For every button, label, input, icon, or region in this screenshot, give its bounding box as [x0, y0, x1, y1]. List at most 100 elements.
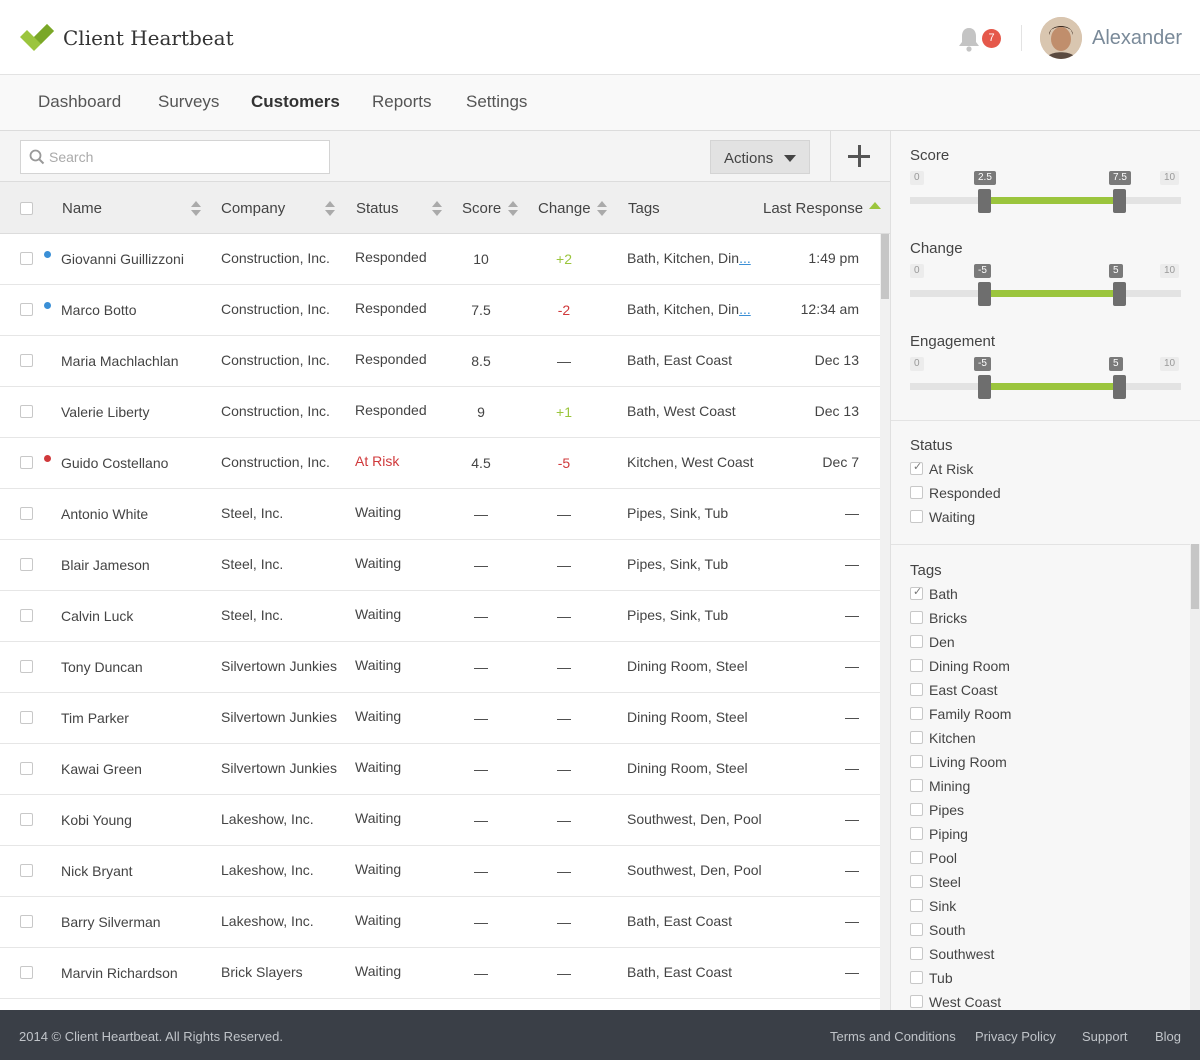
- customer-name[interactable]: Tim Parker: [61, 710, 129, 726]
- actions-dropdown[interactable]: Actions: [710, 140, 810, 174]
- select-all-checkbox[interactable]: [20, 202, 33, 215]
- tag-filter-checkbox[interactable]: [910, 899, 923, 912]
- tag-filter-checkbox[interactable]: ✓: [910, 586, 923, 600]
- user-avatar[interactable]: [1040, 17, 1082, 59]
- row-checkbox[interactable]: [20, 864, 33, 877]
- row-checkbox[interactable]: [20, 966, 33, 979]
- table-row[interactable]: Marvin Richardson Brick Slayers Waiting — — B…: [0, 948, 880, 999]
- tag-filter-checkbox[interactable]: [910, 755, 923, 768]
- customer-name[interactable]: Blair Jameson: [61, 557, 150, 573]
- table-row[interactable]: Marco Botto Construction, Inc. Responded 7.…: [0, 285, 880, 336]
- status-filter-checkbox[interactable]: [910, 486, 923, 499]
- table-row[interactable]: Blair Jameson Steel, Inc. Waiting — — Pipes, …: [0, 540, 880, 591]
- customer-name[interactable]: Guido Costellano: [61, 455, 168, 471]
- status-filter-checkbox[interactable]: ✓: [910, 461, 923, 475]
- row-checkbox[interactable]: [20, 711, 33, 724]
- search-box[interactable]: [20, 140, 330, 174]
- table-row[interactable]: Nick Bryant Lakeshow, Inc. Waiting — — Southw…: [0, 846, 880, 897]
- tag-filter-checkbox[interactable]: [910, 875, 923, 888]
- add-customer-icon[interactable]: [848, 145, 870, 167]
- nav-reports[interactable]: Reports: [372, 92, 432, 112]
- tag-filter-checkbox[interactable]: [910, 683, 923, 696]
- sort-status-icon[interactable]: [432, 201, 442, 217]
- tag-filter-checkbox[interactable]: [910, 851, 923, 864]
- nav-dashboard[interactable]: Dashboard: [38, 92, 121, 112]
- col-status[interactable]: Status: [356, 200, 399, 217]
- table-row[interactable]: Barry Silverman Lakeshow, Inc. Waiting — — Ba…: [0, 897, 880, 948]
- support-link[interactable]: Support: [1082, 1029, 1128, 1044]
- tag-filter-checkbox[interactable]: [910, 803, 923, 816]
- sort-company-icon[interactable]: [325, 201, 335, 217]
- terms-link[interactable]: Terms and Conditions: [830, 1029, 956, 1044]
- status-filter-checkbox[interactable]: [910, 510, 923, 523]
- range-high-handle[interactable]: [1113, 189, 1126, 213]
- row-checkbox[interactable]: [20, 405, 33, 418]
- table-row[interactable]: Maria Machlachlan Construction, Inc. Respo…: [0, 336, 880, 387]
- customer-name[interactable]: Tony Duncan: [61, 659, 143, 675]
- row-checkbox[interactable]: [20, 813, 33, 826]
- bell-icon[interactable]: [958, 26, 980, 52]
- blog-link[interactable]: Blog: [1155, 1029, 1181, 1044]
- customer-name[interactable]: Marvin Richardson: [61, 965, 178, 981]
- table-scroll-thumb[interactable]: [881, 234, 889, 299]
- range-low-handle[interactable]: [978, 375, 991, 399]
- customer-name[interactable]: Kobi Young: [61, 812, 132, 828]
- range-low-handle[interactable]: [978, 189, 991, 213]
- table-row[interactable]: Calvin Luck Steel, Inc. Waiting — — Pipes, Si…: [0, 591, 880, 642]
- tag-filter-checkbox[interactable]: [910, 971, 923, 984]
- nav-surveys[interactable]: Surveys: [158, 92, 219, 112]
- range-track[interactable]: [910, 282, 1181, 306]
- table-scrollbar[interactable]: [880, 234, 890, 1010]
- tag-filter-checkbox[interactable]: [910, 731, 923, 744]
- table-row[interactable]: Valerie Liberty Construction, Inc. Respond…: [0, 387, 880, 438]
- sort-change-icon[interactable]: [597, 201, 607, 217]
- customer-name[interactable]: Giovanni Guillizzoni: [61, 251, 184, 267]
- brand-name[interactable]: Client Heartbeat: [63, 26, 234, 50]
- privacy-link[interactable]: Privacy Policy: [975, 1029, 1056, 1044]
- sort-ascending-icon[interactable]: [869, 202, 881, 209]
- row-checkbox[interactable]: [20, 252, 33, 265]
- notification-badge[interactable]: 7: [982, 29, 1001, 48]
- nav-customers[interactable]: Customers: [251, 92, 340, 112]
- range-high-handle[interactable]: [1113, 282, 1126, 306]
- table-row[interactable]: Tim Parker Silvertown Junkies Waiting — — Din…: [0, 693, 880, 744]
- row-checkbox[interactable]: [20, 915, 33, 928]
- range-low-handle[interactable]: [978, 282, 991, 306]
- row-checkbox[interactable]: [20, 558, 33, 571]
- row-checkbox[interactable]: [20, 660, 33, 673]
- col-change[interactable]: Change: [538, 200, 591, 217]
- customer-name[interactable]: Maria Machlachlan: [61, 353, 179, 369]
- tag-filter-checkbox[interactable]: [910, 923, 923, 936]
- row-checkbox[interactable]: [20, 354, 33, 367]
- user-name[interactable]: Alexander: [1092, 27, 1182, 50]
- col-company[interactable]: Company: [221, 200, 285, 217]
- tag-filter-checkbox[interactable]: [910, 611, 923, 624]
- customer-name[interactable]: Antonio White: [61, 506, 148, 522]
- tag-filter-checkbox[interactable]: [910, 635, 923, 648]
- range-track[interactable]: [910, 375, 1181, 399]
- tag-filter-checkbox[interactable]: [910, 707, 923, 720]
- tags-scrollbar[interactable]: [1190, 544, 1200, 1010]
- customer-name[interactable]: Kawai Green: [61, 761, 142, 777]
- table-row[interactable]: Guido Costellano Construction, Inc. At Ris…: [0, 438, 880, 489]
- tag-filter-checkbox[interactable]: [910, 947, 923, 960]
- search-input[interactable]: [49, 147, 319, 167]
- sort-score-icon[interactable]: [508, 201, 518, 217]
- row-checkbox[interactable]: [20, 303, 33, 316]
- table-row[interactable]: Kobi Young Lakeshow, Inc. Waiting — — Southwe…: [0, 795, 880, 846]
- customer-name[interactable]: Marco Botto: [61, 302, 136, 318]
- range-high-handle[interactable]: [1113, 375, 1126, 399]
- tag-filter-checkbox[interactable]: [910, 827, 923, 840]
- customer-name[interactable]: Valerie Liberty: [61, 404, 149, 420]
- range-track[interactable]: [910, 189, 1181, 213]
- tags-scroll-thumb[interactable]: [1191, 544, 1199, 609]
- col-score[interactable]: Score: [462, 200, 501, 217]
- tags-more-link[interactable]: ...: [739, 301, 751, 317]
- client-heartbeat-logo[interactable]: [20, 24, 54, 52]
- row-checkbox[interactable]: [20, 609, 33, 622]
- col-last-response[interactable]: Last Response: [763, 200, 863, 217]
- col-tags[interactable]: Tags: [628, 200, 660, 217]
- customer-name[interactable]: Barry Silverman: [61, 914, 161, 930]
- table-row[interactable]: Giovanni Guillizzoni Construction, Inc. Re…: [0, 234, 880, 285]
- tags-more-link[interactable]: ...: [739, 250, 751, 266]
